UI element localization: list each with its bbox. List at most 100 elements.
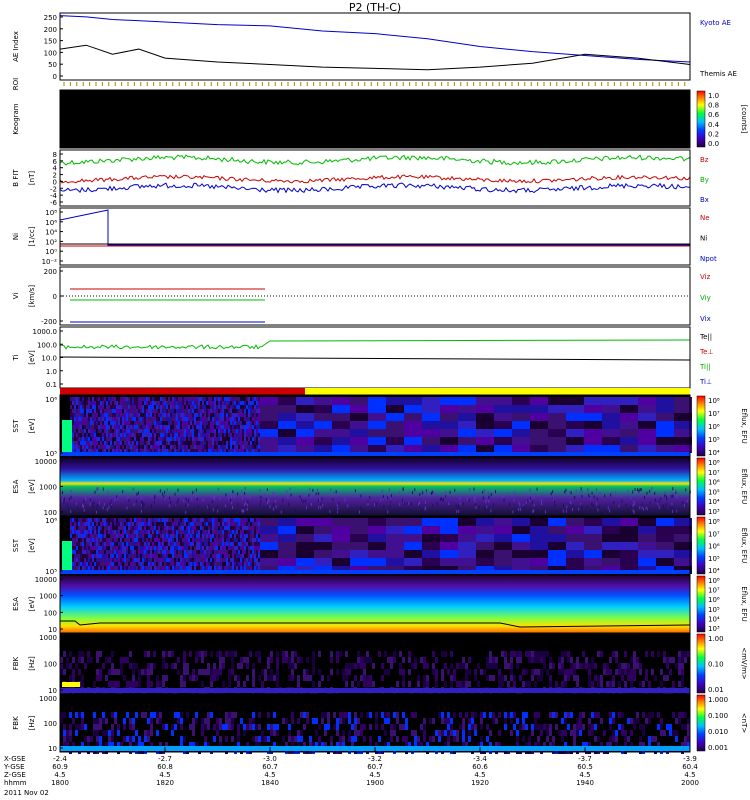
colorbar-tick-label: 1.0 xyxy=(708,92,719,100)
colorbar-tick-label: 1.00 xyxy=(708,635,724,643)
y-tick-label: 150 xyxy=(44,38,57,46)
x-row-label: hhmm xyxy=(4,779,27,787)
y-tick-label: 0 xyxy=(53,73,57,81)
y-tick-label: 10.0 xyxy=(41,355,57,363)
x-tick-label: 4.5 xyxy=(159,771,170,779)
legend-entry: Te|| xyxy=(699,333,712,341)
colorbar xyxy=(696,633,706,694)
colorbar-tick-label: 10⁵ xyxy=(708,488,720,496)
x-tick-label: 60.7 xyxy=(262,763,278,771)
y-axis-unit: [eV] xyxy=(28,538,36,553)
legend-entry: Bz xyxy=(700,156,709,164)
spectrogram-floor xyxy=(60,452,690,456)
y-axis-unit: [Hz] xyxy=(28,656,36,671)
colorbar-tick-label: 10⁸ xyxy=(708,397,720,405)
panel-velocity: Vi [km/s] 200 0 -200 Viz Viy Vix xyxy=(12,266,711,326)
y-tick-label: 10 xyxy=(48,745,57,753)
colorbar xyxy=(696,457,706,516)
y-axis-label: FBK xyxy=(12,656,20,670)
colorbar-label: Eflux, EFU xyxy=(740,408,748,443)
y-tick-label: 1.0 xyxy=(46,368,57,376)
y-tick-label: 10⁶ xyxy=(45,219,57,227)
series-line-themis-ae xyxy=(59,44,691,71)
y-axis-unit: [eV] xyxy=(28,596,36,611)
y-axis-unit: [nT] xyxy=(28,171,36,185)
x-tick-label: 2000 xyxy=(681,779,699,787)
colorbar-tick-label: 0.8 xyxy=(708,102,719,110)
panel-ae: AE Index 250 200 150 100 50 0 Kyoto AE Themis AE xyxy=(12,12,737,81)
colorbar-tick-label: 10⁶ xyxy=(708,423,720,431)
spectrogram-cells xyxy=(70,397,692,453)
colorbar-tick-label: 0.0 xyxy=(708,140,719,148)
y-tick-label: 1000.0 xyxy=(33,328,58,336)
x-tick-label: -2.4 xyxy=(53,755,67,763)
colorbar-label: Eflux, EFU xyxy=(740,469,748,504)
x-tick-label: 4.5 xyxy=(684,771,695,779)
y-tick-label: 10⁶ xyxy=(45,396,57,404)
colorbar-tick-label: 10⁴ xyxy=(708,449,720,457)
y-tick-label: 200 xyxy=(44,268,57,276)
panel-mode xyxy=(60,388,690,395)
series-line-by xyxy=(59,154,691,166)
x-tick-label: -3.2 xyxy=(368,755,382,763)
colorbar xyxy=(696,516,706,575)
y-tick-label: 100 xyxy=(44,661,57,669)
legend-entry: Ni xyxy=(700,235,707,243)
spectrogram-image xyxy=(60,457,690,516)
y-axis-label: SST xyxy=(12,538,20,552)
y-tick-label: 1000 xyxy=(39,484,57,492)
spectrogram-burst xyxy=(62,541,72,570)
colorbar-tick-label: 10⁷ xyxy=(708,530,720,538)
y-tick-label: 250 xyxy=(44,14,57,22)
x-row-label: X-GSE xyxy=(4,755,26,763)
plot-title: P2 (TH-C) xyxy=(349,1,401,14)
colorbar-tick-label: 0.001 xyxy=(708,744,728,752)
panel-fbk_e: FBK [Hz] 1000 100 10 1.00 0.10 0.01 <mV/m> xyxy=(12,632,748,699)
y-tick-label: 200 xyxy=(44,26,57,34)
x-tick-label: 60.6 xyxy=(472,763,488,771)
y-tick-label: 10⁶ xyxy=(45,517,57,525)
x-tick-label: -3.4 xyxy=(473,755,487,763)
x-row-label: Y-GSE xyxy=(3,763,25,771)
colorbar-tick-label: 10⁷ xyxy=(708,410,720,418)
legend-entry: Kyoto AE xyxy=(700,19,731,27)
date-label: 2011 Nov 02 xyxy=(4,789,49,797)
x-tick-label: 4.5 xyxy=(369,771,380,779)
panel-bfield: B FIT [nT]86420-2-4-6BzByBx xyxy=(12,149,709,207)
y-tick-label: 10 xyxy=(48,626,57,634)
y-tick-label: 100 xyxy=(44,720,57,728)
y-tick-label: 10² xyxy=(45,238,57,246)
series-line-bx xyxy=(59,182,691,194)
panel-sst_e: SST [eV] 10⁶ 10⁵ 10⁸ 10⁷ 10⁶ 10⁵ 10⁴ Eflux, EFU xyxy=(12,394,748,458)
y-tick-label: 1000 xyxy=(39,695,57,703)
y-tick-label: 10⁸ xyxy=(45,209,57,217)
y-axis-unit: [Hz] xyxy=(28,716,36,731)
x-tick-label: 1940 xyxy=(576,779,594,787)
colorbar-tick-label: 10⁵ xyxy=(708,555,720,563)
legend-entry: Vix xyxy=(700,315,711,323)
y-axis-label: ROI xyxy=(12,78,20,90)
colorbar-tick-label: 0.100 xyxy=(708,712,728,720)
y-tick-label: 10000 xyxy=(35,458,57,466)
y-axis-label: AE Index xyxy=(12,31,20,62)
legend-entry: Ne xyxy=(700,214,710,222)
y-tick-label: -200 xyxy=(41,318,57,326)
x-tick-label: 4.5 xyxy=(474,771,485,779)
legend-entry: By xyxy=(700,176,709,184)
panel-sst_i: SST [eV] 10⁶ 10⁵ 10⁸ 10⁷ 10⁶ 10⁵ 10⁴ Eflux, EFU xyxy=(12,515,748,576)
x-tick-label: 60.8 xyxy=(157,763,173,771)
series-line-te xyxy=(59,356,691,361)
colorbar-tick-label: 10⁴ xyxy=(708,498,720,506)
colorbar-tick-label: 0.10 xyxy=(708,661,724,669)
y-axis-unit: [eV] xyxy=(28,418,36,433)
y-axis-label: SST xyxy=(12,419,20,433)
y-tick-label: -6 xyxy=(50,199,58,207)
time-axis: X-GSE -2.4 -2.7 -3.0 -3.2 -3.4 -3.7 -3.9 Y-GSE 60… xyxy=(3,747,699,797)
y-tick-label: 50 xyxy=(48,61,57,69)
panel-density: Ni [1/cc] 10⁸ 10⁶ 10⁴10² 10⁰ 10⁻² Ne Ni Npot xyxy=(12,207,717,266)
y-axis-unit: [eV] xyxy=(28,350,36,365)
colorbar-label: <nT> xyxy=(740,713,748,734)
panel-frame xyxy=(59,12,691,81)
colorbar-tick-label: 1.000 xyxy=(708,696,728,704)
colorbar-tick-label: 0.2 xyxy=(708,130,719,138)
